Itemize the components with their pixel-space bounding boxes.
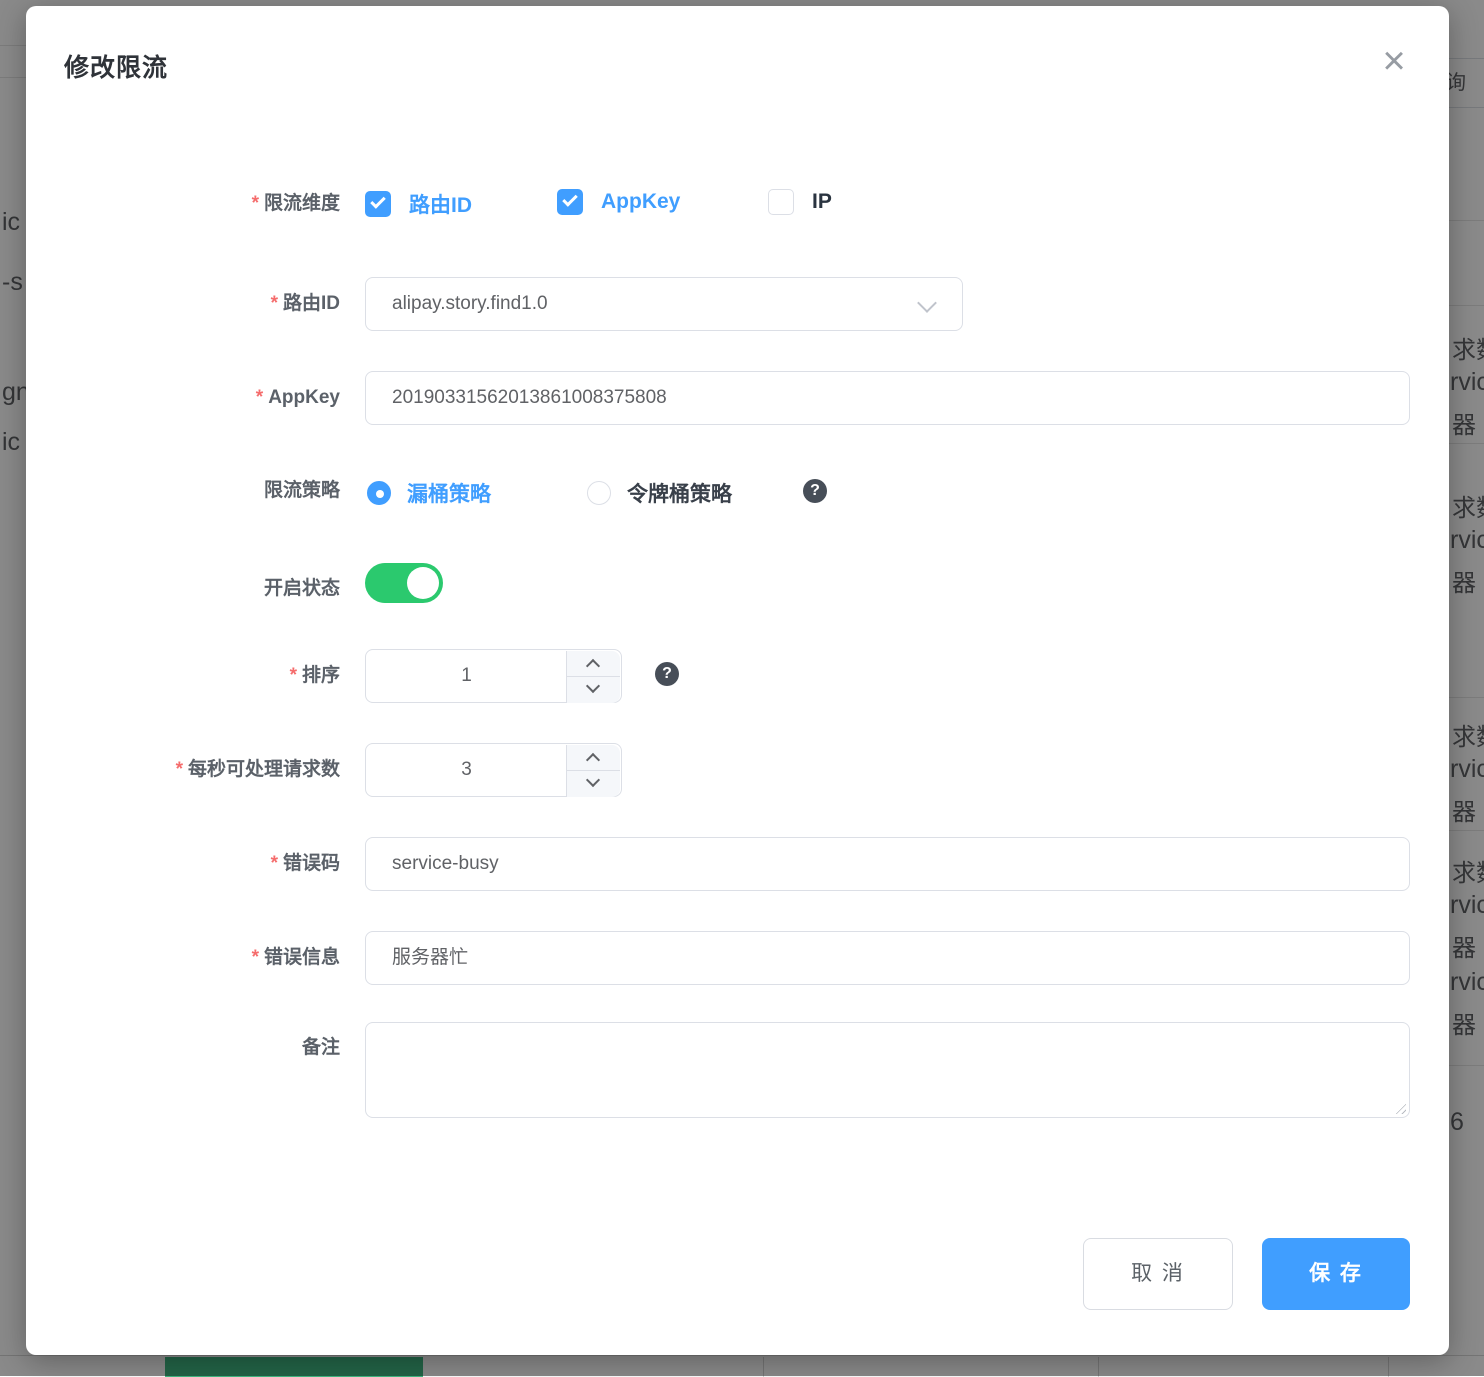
required-asterisk: *: [290, 665, 297, 686]
required-asterisk: *: [256, 387, 263, 408]
input-value: 3: [461, 759, 472, 780]
checkbox-box: [365, 191, 391, 217]
field-label-error-code: *错误码: [26, 837, 340, 891]
field-label-remark: 备注: [26, 1034, 340, 1062]
checkbox-ip[interactable]: IP: [768, 189, 832, 215]
status-toggle[interactable]: [365, 563, 443, 603]
input-value: 20190331562013861008375808: [392, 387, 667, 408]
radio-leaky-bucket[interactable]: 漏桶策略: [367, 478, 491, 508]
checkbox-box: [557, 189, 583, 215]
appkey-input[interactable]: 20190331562013861008375808: [365, 371, 1410, 425]
chevron-down-icon: [917, 293, 937, 313]
field-label-strategy: 限流策略: [26, 478, 340, 504]
checkbox-box: [768, 189, 794, 215]
qps-number-input[interactable]: 3: [365, 743, 622, 797]
error-code-input[interactable]: service-busy: [365, 837, 1410, 891]
save-button[interactable]: 保 存: [1262, 1238, 1410, 1310]
input-value: 服务器忙: [392, 947, 468, 968]
radio-dot: [367, 481, 391, 505]
radio-dot: [587, 481, 611, 505]
checkbox-appkey[interactable]: AppKey: [557, 189, 680, 215]
field-label-route-id: *路由ID: [26, 277, 340, 331]
input-value: 1: [461, 665, 472, 686]
chevron-up-icon: [586, 659, 600, 673]
checkbox-label: IP: [812, 190, 832, 214]
resize-handle-icon[interactable]: [1393, 1101, 1406, 1114]
checkbox-label: 路由ID: [409, 189, 472, 219]
radio-token-bucket[interactable]: 令牌桶策略: [587, 478, 732, 508]
chevron-down-icon: [586, 773, 600, 787]
required-asterisk: *: [252, 193, 259, 214]
required-asterisk: *: [271, 293, 278, 314]
number-stepper: [566, 745, 620, 797]
sort-number-input[interactable]: 1: [365, 649, 622, 703]
close-icon[interactable]: ×: [1372, 40, 1416, 84]
checkbox-route-id[interactable]: 路由ID: [365, 189, 472, 219]
help-icon[interactable]: ?: [655, 662, 679, 686]
check-icon: [370, 193, 386, 209]
checkbox-label: AppKey: [601, 190, 680, 214]
field-label-sort: *排序: [26, 649, 340, 703]
radio-label: 令牌桶策略: [627, 478, 732, 508]
cancel-button[interactable]: 取 消: [1083, 1238, 1233, 1310]
number-stepper: [566, 651, 620, 703]
required-asterisk: *: [176, 759, 183, 780]
toggle-knob: [407, 567, 439, 599]
required-asterisk: *: [271, 853, 278, 874]
field-label-status: 开启状态: [26, 569, 340, 609]
radio-label: 漏桶策略: [407, 478, 491, 508]
field-label-error-message: *错误信息: [26, 931, 340, 985]
route-id-select[interactable]: alipay.story.find1.0: [365, 277, 963, 331]
stepper-increase-button[interactable]: [567, 745, 620, 771]
select-value: alipay.story.find1.0: [392, 293, 548, 314]
edit-rate-limit-dialog: 修改限流 × *限流维度 路由ID AppKey IP *路由ID alipay…: [26, 6, 1449, 1355]
required-asterisk: *: [252, 947, 259, 968]
error-message-input[interactable]: 服务器忙: [365, 931, 1410, 985]
help-icon[interactable]: ?: [803, 479, 827, 503]
stepper-decrease-button[interactable]: [567, 677, 620, 703]
remark-textarea[interactable]: [365, 1022, 1410, 1118]
input-value: service-busy: [392, 853, 499, 874]
check-icon: [562, 191, 578, 207]
dialog-title: 修改限流: [64, 48, 168, 84]
stepper-decrease-button[interactable]: [567, 771, 620, 797]
field-label-appkey: *AppKey: [26, 371, 340, 425]
field-label-qps: *每秒可处理请求数: [26, 743, 340, 797]
chevron-up-icon: [586, 753, 600, 767]
chevron-down-icon: [586, 679, 600, 693]
stepper-increase-button[interactable]: [567, 651, 620, 677]
field-label-dimension: *限流维度: [26, 190, 340, 218]
